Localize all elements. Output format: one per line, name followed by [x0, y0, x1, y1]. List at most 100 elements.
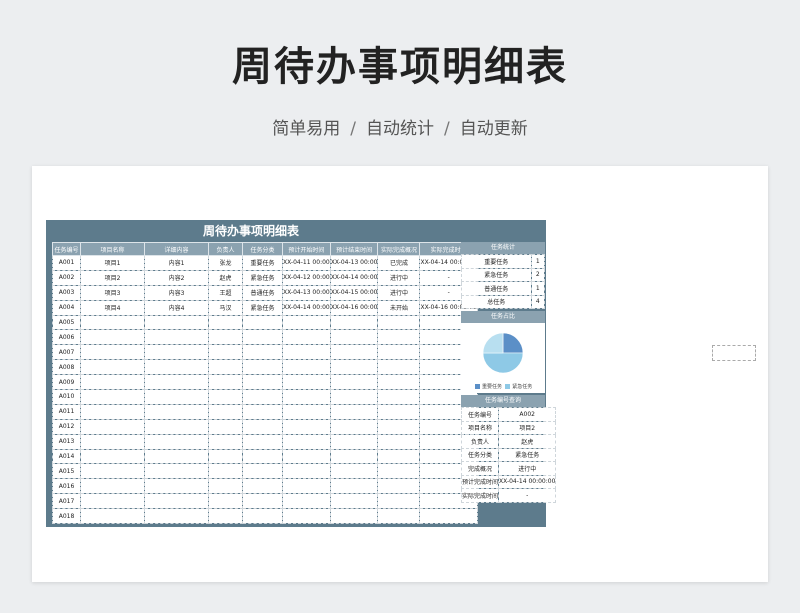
table-cell[interactable] — [208, 463, 243, 480]
table-cell[interactable] — [282, 418, 331, 435]
table-cell[interactable]: XX-04-12 00:00 — [282, 269, 331, 286]
table-cell[interactable] — [80, 508, 145, 525]
table-cell[interactable]: XX-04-11 00:00 — [282, 255, 331, 271]
table-cell[interactable] — [80, 403, 145, 420]
query-value[interactable]: A002 — [498, 407, 557, 422]
table-cell[interactable] — [377, 344, 421, 361]
table-cell[interactable]: 内容4 — [144, 299, 209, 316]
table-cell[interactable]: A012 — [52, 418, 81, 435]
table-cell[interactable]: A004 — [52, 299, 81, 316]
table-cell[interactable]: A010 — [52, 389, 81, 405]
table-cell[interactable] — [377, 493, 421, 510]
table-cell[interactable] — [377, 329, 421, 346]
table-cell[interactable] — [242, 493, 283, 510]
table-cell[interactable]: XX-04-14 00:00 — [282, 299, 331, 316]
table-cell[interactable] — [144, 463, 209, 480]
table-cell[interactable] — [377, 463, 421, 480]
table-cell[interactable]: A017 — [52, 493, 81, 510]
table-cell[interactable] — [377, 359, 421, 376]
table-cell[interactable]: 未开始 — [377, 299, 421, 316]
table-cell[interactable] — [282, 433, 331, 450]
table-cell[interactable] — [329, 493, 379, 510]
table-cell[interactable] — [242, 374, 283, 391]
table-cell[interactable] — [80, 314, 145, 331]
table-cell[interactable]: A002 — [52, 269, 81, 286]
table-cell[interactable] — [242, 463, 283, 480]
table-cell[interactable]: A018 — [52, 508, 81, 525]
table-cell[interactable] — [80, 463, 145, 480]
table-cell[interactable] — [282, 478, 331, 495]
table-cell[interactable] — [144, 403, 209, 420]
table-cell[interactable] — [282, 448, 331, 465]
table-cell[interactable] — [208, 403, 243, 420]
table-cell[interactable] — [329, 433, 379, 450]
table-cell[interactable]: XX-04-14 00:00 — [329, 269, 379, 286]
table-cell[interactable]: 内容3 — [144, 284, 209, 301]
table-cell[interactable] — [282, 329, 331, 346]
table-cell[interactable] — [282, 374, 331, 391]
table-cell[interactable] — [208, 493, 243, 510]
table-cell[interactable] — [419, 508, 478, 525]
table-cell[interactable] — [80, 493, 145, 510]
table-cell[interactable]: 重要任务 — [242, 255, 283, 271]
table-cell[interactable]: A003 — [52, 284, 81, 301]
table-cell[interactable] — [80, 418, 145, 435]
table-cell[interactable] — [242, 448, 283, 465]
table-cell[interactable] — [208, 418, 243, 435]
table-cell[interactable] — [144, 314, 209, 331]
table-cell[interactable]: A013 — [52, 433, 81, 450]
table-cell[interactable] — [144, 389, 209, 405]
table-cell[interactable] — [377, 448, 421, 465]
table-cell[interactable] — [144, 418, 209, 435]
table-cell[interactable] — [282, 508, 331, 525]
table-cell[interactable] — [377, 478, 421, 495]
table-cell[interactable] — [242, 403, 283, 420]
table-cell[interactable]: 进行中 — [377, 269, 421, 286]
table-cell[interactable] — [329, 448, 379, 465]
table-cell[interactable] — [329, 314, 379, 331]
table-cell[interactable] — [208, 508, 243, 525]
table-cell[interactable] — [144, 433, 209, 450]
table-cell[interactable] — [242, 389, 283, 405]
table-cell[interactable]: 项目3 — [80, 284, 145, 301]
table-cell[interactable] — [377, 403, 421, 420]
table-cell[interactable]: A007 — [52, 344, 81, 361]
table-cell[interactable] — [377, 433, 421, 450]
table-cell[interactable]: A008 — [52, 359, 81, 376]
table-cell[interactable]: 内容1 — [144, 255, 209, 271]
table-cell[interactable] — [329, 508, 379, 525]
table-cell[interactable]: A005 — [52, 314, 81, 331]
table-cell[interactable] — [377, 508, 421, 525]
table-cell[interactable] — [282, 389, 331, 405]
table-cell[interactable] — [144, 344, 209, 361]
table-cell[interactable]: A016 — [52, 478, 81, 495]
table-cell[interactable] — [144, 359, 209, 376]
table-cell[interactable] — [144, 329, 209, 346]
table-cell[interactable]: 进行中 — [377, 284, 421, 301]
table-cell[interactable]: 紧急任务 — [242, 269, 283, 286]
table-cell[interactable] — [208, 359, 243, 376]
table-cell[interactable] — [329, 389, 379, 405]
table-cell[interactable] — [377, 389, 421, 405]
table-cell[interactable] — [377, 314, 421, 331]
table-cell[interactable] — [144, 374, 209, 391]
table-cell[interactable] — [282, 314, 331, 331]
table-cell[interactable]: 赵虎 — [208, 269, 243, 286]
table-cell[interactable]: XX-04-15 00:00 — [329, 284, 379, 301]
table-cell[interactable] — [242, 344, 283, 361]
table-cell[interactable] — [80, 374, 145, 391]
table-cell[interactable] — [329, 329, 379, 346]
table-cell[interactable] — [208, 478, 243, 495]
table-cell[interactable] — [329, 463, 379, 480]
table-cell[interactable]: A006 — [52, 329, 81, 346]
table-cell[interactable] — [80, 359, 145, 376]
table-cell[interactable] — [242, 478, 283, 495]
table-cell[interactable] — [282, 403, 331, 420]
table-cell[interactable] — [144, 478, 209, 495]
table-cell[interactable] — [329, 359, 379, 376]
table-cell[interactable]: A014 — [52, 448, 81, 465]
table-cell[interactable] — [329, 344, 379, 361]
table-cell[interactable] — [282, 344, 331, 361]
table-cell[interactable]: 张龙 — [208, 255, 243, 271]
table-cell[interactable]: 马汉 — [208, 299, 243, 316]
